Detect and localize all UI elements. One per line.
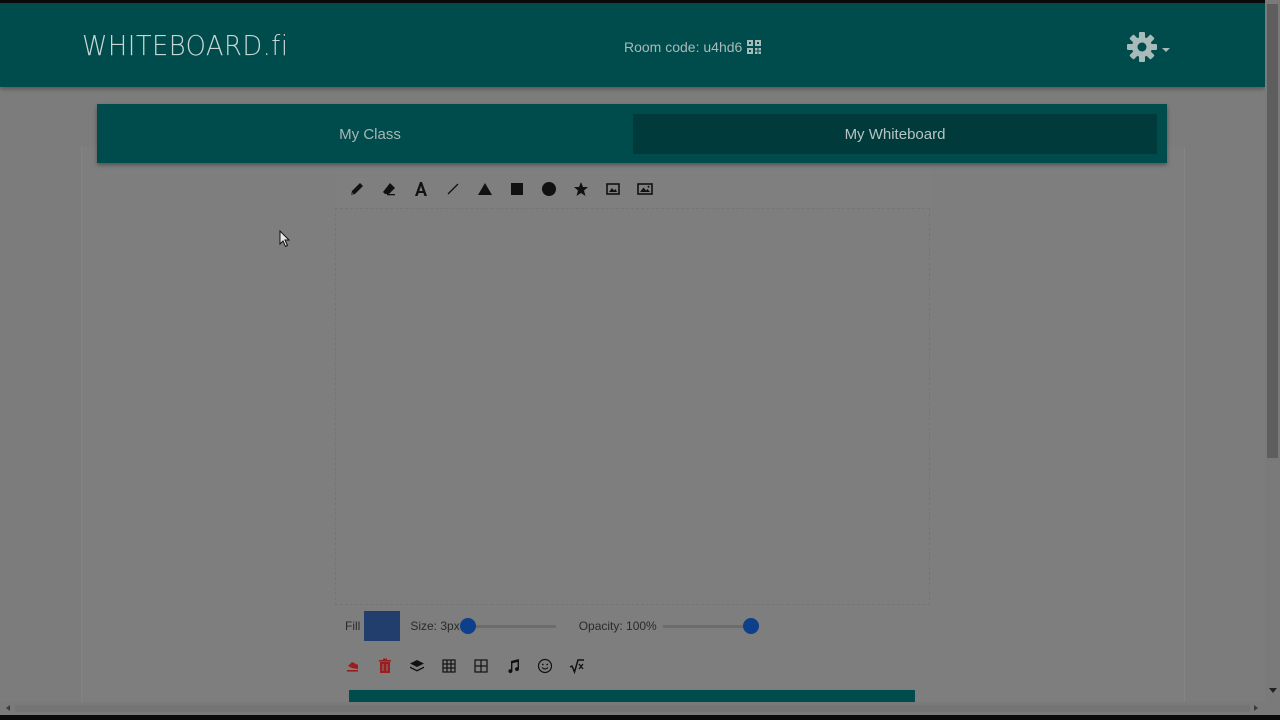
- chevron-down-icon: [1162, 48, 1170, 52]
- settings-menu[interactable]: [1126, 31, 1170, 63]
- horizontal-scrollbar[interactable]: [0, 702, 1265, 715]
- size-slider-handle[interactable]: [459, 617, 476, 634]
- opacity-label: Opacity: 100%: [578, 619, 657, 633]
- emoji-button[interactable]: [529, 653, 561, 679]
- gear-icon: [1127, 32, 1157, 62]
- mouse-cursor-icon: [279, 230, 291, 248]
- opacity-slider-handle[interactable]: [742, 617, 759, 634]
- triangle-icon: [478, 183, 492, 195]
- tab-bar: My Class My Whiteboard: [97, 104, 1167, 163]
- window-bottom-edge: [0, 715, 1280, 720]
- brush-settings: Fill Size: 3px Opacity: 100%: [335, 606, 930, 646]
- text-tool[interactable]: [405, 173, 437, 205]
- layers-button[interactable]: [401, 653, 433, 679]
- image-tool[interactable]: [597, 173, 629, 205]
- tab-my-class[interactable]: My Class: [97, 114, 643, 154]
- line-tool[interactable]: [437, 173, 469, 205]
- grid-icon: [442, 659, 456, 673]
- top-bar: WHITEBOARD.fi Room code: u4hd6: [0, 0, 1265, 87]
- music-note-icon: [508, 659, 520, 674]
- image-icon: [606, 183, 620, 195]
- star-icon: [574, 182, 588, 196]
- opacity-slider[interactable]: [662, 617, 759, 634]
- trash-icon: [379, 658, 391, 673]
- line-icon: [447, 183, 459, 195]
- fill-color-swatch[interactable]: [364, 611, 401, 641]
- undo-icon: [347, 662, 358, 672]
- vertical-scrollbar[interactable]: [1265, 0, 1280, 702]
- pencil-tool[interactable]: [341, 173, 373, 205]
- app-logo[interactable]: WHITEBOARD.fi: [82, 29, 288, 62]
- clear-button[interactable]: [369, 653, 401, 679]
- board-actions: [337, 653, 593, 679]
- tab-my-whiteboard[interactable]: My Whiteboard: [633, 114, 1157, 154]
- math-button[interactable]: [561, 653, 593, 679]
- math-sqrt-icon: [569, 659, 584, 674]
- room-code[interactable]: Room code: u4hd6: [624, 39, 762, 55]
- grid-button[interactable]: [433, 653, 465, 679]
- rectangle-icon: [511, 183, 523, 195]
- scroll-down-arrow-icon[interactable]: [1269, 688, 1277, 693]
- size-label: Size: 3px: [410, 619, 460, 633]
- triangle-tool[interactable]: [469, 173, 501, 205]
- eraser-tool[interactable]: [373, 173, 405, 205]
- scrollbar-corner: [1265, 702, 1280, 715]
- layers-icon: [410, 660, 424, 672]
- eraser-icon: [383, 183, 395, 196]
- drawing-canvas[interactable]: [335, 208, 930, 605]
- rectangle-tool[interactable]: [501, 173, 533, 205]
- music-button[interactable]: [497, 653, 529, 679]
- drawing-toolbar: [335, 171, 931, 207]
- star-tool[interactable]: [565, 173, 597, 205]
- pencil-icon: [351, 183, 363, 195]
- text-icon: [415, 182, 427, 196]
- undo-button[interactable]: [337, 653, 369, 679]
- picture-tool[interactable]: [629, 173, 661, 205]
- grid-large-button[interactable]: [465, 653, 497, 679]
- room-code-text: Room code: u4hd6: [624, 39, 743, 55]
- circle-tool[interactable]: [533, 173, 565, 205]
- size-slider[interactable]: [459, 617, 556, 634]
- horizontal-scrollbar-thumb[interactable]: [15, 705, 1250, 712]
- scroll-right-arrow-icon[interactable]: [1254, 705, 1258, 711]
- smiley-icon: [537, 658, 553, 674]
- scrollbar-thumb[interactable]: [1267, 4, 1278, 458]
- grid-large-icon: [474, 659, 488, 673]
- fill-label: Fill: [345, 619, 361, 633]
- qr-code-icon[interactable]: [747, 40, 762, 54]
- picture-icon: [637, 183, 653, 195]
- scroll-left-arrow-icon[interactable]: [6, 705, 10, 711]
- circle-icon: [542, 182, 556, 196]
- bottom-action-bar[interactable]: [349, 690, 915, 702]
